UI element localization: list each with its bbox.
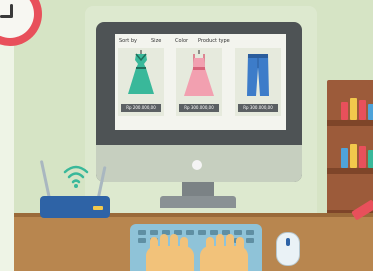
shelf-board [327, 120, 373, 126]
finger [206, 237, 214, 253]
product-card-blue-jeans[interactable]: Rp 300.000,00 [235, 48, 281, 116]
product-card-green-dress[interactable]: Rp 200.000,00 [118, 48, 164, 116]
monitor-stand-base [160, 196, 236, 208]
left-hand [146, 234, 194, 271]
book [359, 146, 366, 168]
finger [170, 234, 178, 250]
nav-sort-by[interactable]: Sort by [119, 38, 137, 44]
product-price: Rp 200.000,00 [121, 104, 161, 112]
shop-screen: Sort by Size Color Product type Rp 200.0… [115, 34, 286, 130]
shelf-board [327, 168, 373, 174]
book [341, 102, 348, 120]
mouse-icon[interactable] [276, 232, 300, 266]
key [150, 230, 158, 235]
nav-size[interactable]: Size [151, 38, 161, 44]
power-button[interactable] [192, 160, 202, 170]
finger [180, 237, 188, 253]
clock-minute-hand [0, 15, 12, 18]
key [138, 238, 146, 243]
key [198, 230, 206, 235]
product-price: Rp 300.000,00 [238, 104, 278, 112]
finger [150, 237, 158, 253]
book [350, 144, 357, 168]
ecommerce-illustration: Sort by Size Color Product type Rp 200.0… [0, 0, 373, 271]
key [246, 238, 254, 243]
book [368, 150, 373, 168]
book [350, 98, 357, 120]
book [341, 148, 348, 168]
key [234, 230, 242, 235]
wifi-icon [63, 165, 89, 188]
finger [236, 237, 244, 253]
blue-jeans-icon [247, 54, 269, 96]
book [359, 100, 366, 120]
green-dress-icon [128, 50, 154, 94]
mouse-wheel [286, 238, 290, 246]
nav-product-type[interactable]: Product type [198, 38, 230, 44]
clock-face [0, 0, 34, 38]
bookshelf [327, 80, 373, 220]
key [186, 230, 194, 235]
pink-dress-icon [184, 50, 214, 96]
right-hand [200, 234, 248, 271]
book [368, 104, 373, 120]
key [246, 230, 254, 235]
product-card-pink-dress[interactable]: Rp 300.000,00 [176, 48, 222, 116]
finger [160, 234, 168, 250]
nav-color[interactable]: Color [175, 38, 188, 44]
finger [216, 234, 224, 250]
key [138, 230, 146, 235]
product-price: Rp 300.000,00 [179, 104, 219, 112]
router-led [93, 206, 103, 210]
finger [226, 234, 234, 250]
